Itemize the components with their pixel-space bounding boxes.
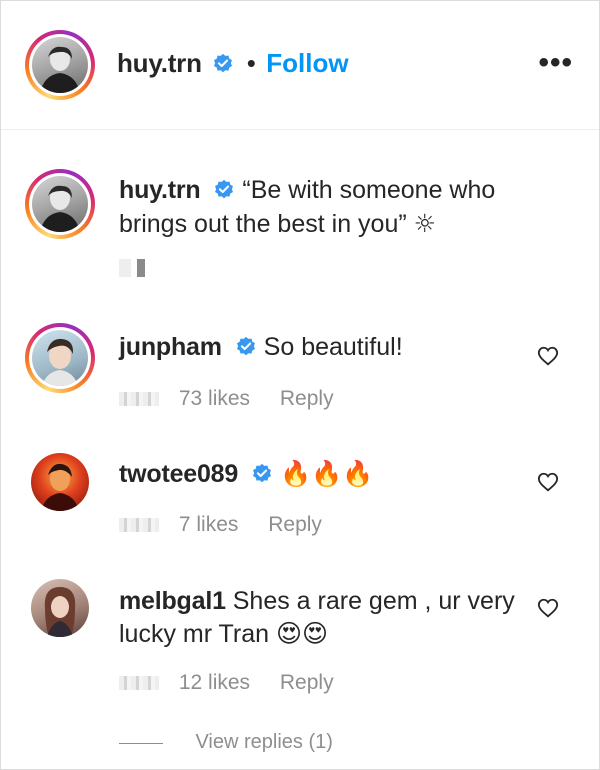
comment-avatar[interactable] <box>31 453 89 511</box>
caption-avatar[interactable] <box>25 169 95 239</box>
reply-button[interactable]: Reply <box>280 387 334 410</box>
likes-count[interactable]: 12 likes <box>179 671 250 694</box>
likes-count[interactable]: 73 likes <box>179 387 250 410</box>
more-options-icon[interactable]: ••• <box>538 48 573 78</box>
reply-button[interactable]: Reply <box>268 513 322 536</box>
post-comments-panel: huy.trn • Follow ••• huy.trn “Be with so… <box>0 0 600 770</box>
comment-meta: 12 likes Reply <box>119 671 334 695</box>
header-username[interactable]: huy.trn <box>117 48 202 78</box>
divider-line <box>119 743 163 745</box>
comment-avatar[interactable] <box>31 579 89 637</box>
view-replies-button[interactable]: View replies (1) <box>195 731 332 753</box>
reply-button[interactable]: Reply <box>280 671 334 694</box>
comment-username[interactable]: junpham <box>119 333 222 361</box>
header-user-line: huy.trn • Follow <box>117 48 349 79</box>
comment-meta: 73 likes Reply <box>119 387 334 411</box>
comment-text: melbgal1 Shes a rare gem , ur very lucky… <box>119 585 519 651</box>
caption-username[interactable]: huy.trn <box>119 176 201 204</box>
verified-badge-icon <box>253 463 272 483</box>
blurred-timestamp <box>119 518 159 533</box>
post-header: huy.trn • Follow ••• <box>1 1 599 130</box>
comment-text: junpham So beautiful! <box>119 331 519 364</box>
view-replies-row: View replies (1) <box>119 731 333 754</box>
comment-username[interactable]: twotee089 <box>119 460 238 488</box>
verified-badge-icon <box>214 53 233 73</box>
heart-icon[interactable] <box>537 471 559 493</box>
heart-icon[interactable] <box>537 345 559 367</box>
comment-text: twotee089 🔥🔥🔥 <box>119 457 519 491</box>
header-avatar[interactable] <box>25 30 95 100</box>
likes-count[interactable]: 7 likes <box>179 513 239 536</box>
comment-meta: 7 likes Reply <box>119 513 322 537</box>
comment-body: So beautiful! <box>263 333 403 361</box>
comment-avatar[interactable] <box>25 323 95 393</box>
verified-badge-icon <box>215 179 234 199</box>
fire-emoji-icon: 🔥🔥🔥 <box>280 459 374 488</box>
comment-username[interactable]: melbgal1 <box>119 587 226 615</box>
caption-text: huy.trn “Be with someone who brings out … <box>119 174 519 241</box>
verified-badge-icon <box>236 336 255 356</box>
separator-dot: • <box>246 48 256 78</box>
follow-button[interactable]: Follow <box>266 48 348 78</box>
sun-emoji-icon: ☼ <box>413 209 437 238</box>
blurred-timestamp <box>119 259 151 277</box>
blurred-timestamp <box>119 676 159 691</box>
blurred-timestamp <box>119 392 159 407</box>
heart-icon[interactable] <box>537 597 559 619</box>
